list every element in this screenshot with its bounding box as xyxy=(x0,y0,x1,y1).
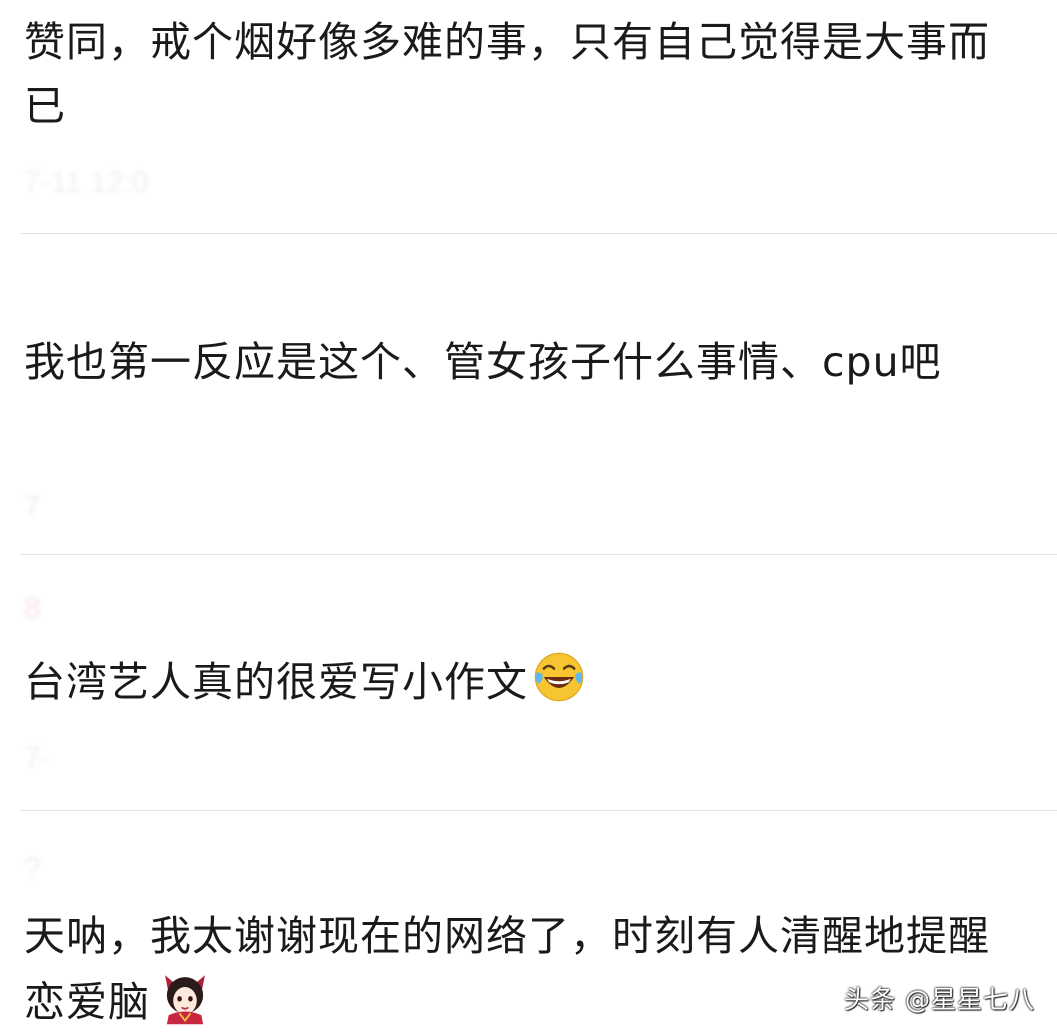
comment-text-2: 我也第一反应是这个、管女孩子什么事情、cpu吧 xyxy=(24,338,942,386)
comment-3: 台湾艺人真的很爱写小作文 xyxy=(24,650,1017,714)
comment-text-3: 台湾艺人真的很爱写小作文 xyxy=(24,658,528,706)
avatar-sticker-icon xyxy=(165,975,205,1025)
comment-meta-1: 7-11 12:0 xyxy=(24,166,149,199)
comment-meta-3: 7- xyxy=(24,742,51,775)
comment-text-1: 赞同，戒个烟好像多难的事，只有自己觉得是大事而已 xyxy=(24,18,990,130)
comment-divider-1 xyxy=(20,233,1057,234)
comment-header-4: ? xyxy=(24,852,41,885)
comment-divider-3 xyxy=(20,810,1057,811)
comment-meta-2: 7 xyxy=(24,490,41,523)
watermark: 头条 @星星七八 xyxy=(844,985,1035,1014)
comment-divider-2 xyxy=(20,554,1057,555)
comment-header-3: 8 xyxy=(24,592,41,625)
laughing-tears-icon xyxy=(534,652,584,702)
